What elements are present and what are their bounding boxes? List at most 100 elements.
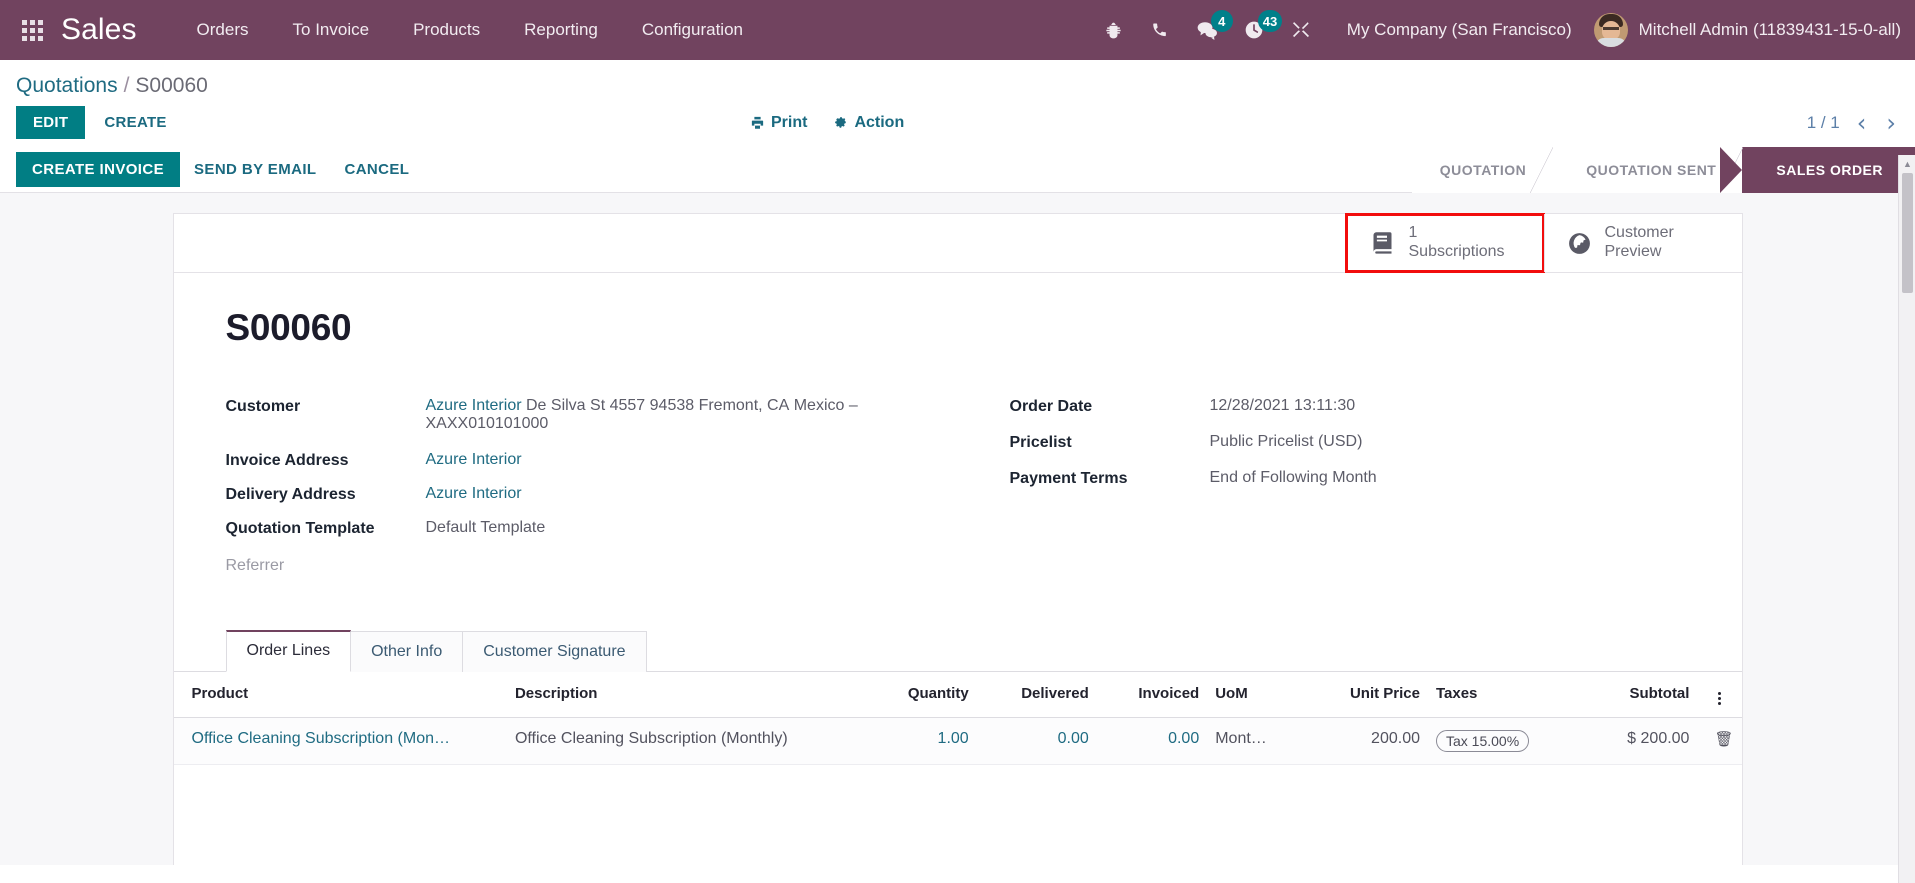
page-scrollbar[interactable]: ▲ — [1898, 155, 1915, 883]
field-quotation-template-label: Quotation Template — [225, 520, 375, 537]
tools-wrench-icon[interactable] — [1278, 0, 1325, 60]
cell-unit-price[interactable]: 200.00 — [1304, 717, 1428, 765]
order-lines-body: Office Cleaning Subscription (Mon… Offic… — [173, 717, 1742, 765]
center-actions: Print Action — [750, 114, 904, 132]
menu-item-reporting[interactable]: Reporting — [502, 20, 620, 40]
breadcrumb: Quotations / S00060 — [0, 60, 1915, 98]
breadcrumb-current-record: S00060 — [135, 74, 208, 97]
col-quantity[interactable]: Quantity — [866, 672, 977, 718]
field-pricelist-value[interactable]: Public Pricelist (USD) — [1210, 433, 1363, 451]
create-button[interactable]: CREATE — [90, 106, 180, 139]
apps-grid-icon[interactable] — [22, 19, 43, 41]
stage-quotation[interactable]: QUOTATION — [1411, 146, 1554, 193]
stat-customer-preview-text: Customer Preview — [1605, 224, 1674, 262]
main-menu: Orders To Invoice Products Reporting Con… — [175, 20, 765, 40]
vertical-dots-icon[interactable] — [1717, 692, 1721, 705]
field-pricelist: Pricelist Public Pricelist (USD) — [1010, 433, 1690, 452]
phone-icon[interactable] — [1137, 0, 1184, 60]
col-description[interactable]: Description — [506, 672, 867, 718]
messages-icon[interactable]: 4 — [1184, 0, 1233, 60]
field-payment-terms-label: Payment Terms — [1009, 470, 1128, 487]
activities-clock-icon[interactable]: 43 — [1231, 0, 1283, 60]
printer-icon — [751, 116, 764, 129]
col-subtotal[interactable]: Subtotal — [1584, 672, 1698, 718]
caret-up-icon[interactable]: ▲ — [1899, 155, 1915, 172]
bug-icon[interactable] — [1090, 0, 1137, 60]
app-brand-sales[interactable]: Sales — [61, 15, 137, 45]
col-taxes[interactable]: Taxes — [1427, 672, 1585, 718]
user-menu[interactable]: Mitchell Admin (11839431-15-0-all) — [1588, 13, 1901, 47]
field-referrer: Referrer — [226, 556, 958, 575]
field-customer-label: Customer — [225, 398, 301, 415]
menu-item-orders[interactable]: Orders — [175, 20, 271, 40]
col-delivered[interactable]: Delivered — [976, 672, 1097, 718]
stage-quotation-sent[interactable]: QUOTATION SENT — [1552, 146, 1744, 193]
status-pipeline: QUOTATION QUOTATION SENT SALES ORDER — [1411, 146, 1915, 193]
tab-customer-signature[interactable]: Customer Signature — [462, 631, 647, 672]
gear-icon — [835, 117, 847, 128]
cell-taxes[interactable]: Tax 15.00% — [1427, 717, 1585, 765]
menu-item-products[interactable]: Products — [391, 20, 502, 40]
cell-delete[interactable]: 🗑 — [1697, 717, 1742, 765]
stat-subscriptions-text: 1 Subscriptions — [1409, 224, 1505, 262]
cell-product[interactable]: Office Cleaning Subscription (Mon… — [173, 717, 507, 765]
field-delivery-address-value[interactable]: Azure Interior — [426, 485, 522, 503]
book-icon — [1373, 231, 1391, 254]
chevron-left-icon[interactable]: ‹ — [1854, 111, 1870, 135]
breadcrumb-separator: / — [123, 74, 130, 97]
edit-button[interactable]: EDIT — [16, 106, 86, 139]
page-title: S00060 — [225, 307, 352, 348]
field-delivery-address: Delivery Address Azure Interior — [226, 485, 958, 504]
print-menu[interactable]: Print — [750, 114, 807, 132]
col-unit-price[interactable]: Unit Price — [1304, 672, 1428, 718]
col-uom[interactable]: UoM — [1207, 672, 1305, 718]
table-header-row: Product Description Quantity Delivered I… — [173, 672, 1742, 718]
col-product[interactable]: Product — [173, 672, 507, 718]
field-pricelist-label: Pricelist — [1009, 434, 1072, 451]
field-order-date-value[interactable]: 12/28/2021 13:11:30 — [1210, 397, 1356, 415]
send-by-email-button[interactable]: SEND BY EMAIL — [180, 152, 330, 187]
field-customer: Customer Azure Interior De Silva St 4557… — [226, 397, 958, 433]
order-lines-header: Product Description Quantity Delivered I… — [173, 672, 1742, 718]
notebook-tabs: Order Lines Other Info Customer Signatur… — [173, 629, 1742, 672]
cell-uom[interactable]: Mont… — [1207, 717, 1305, 765]
cell-invoiced[interactable]: 0.00 — [1096, 717, 1208, 765]
fields-right-column: Order Date 12/28/2021 13:11:30 Pricelist… — [958, 397, 1690, 585]
stat-customer-preview-line2: Preview — [1604, 243, 1662, 260]
cell-quantity[interactable]: 1.00 — [866, 717, 977, 765]
cancel-button[interactable]: CANCEL — [330, 152, 423, 187]
order-lines-table: Product Description Quantity Delivered I… — [173, 672, 1742, 765]
chevron-right-icon[interactable]: › — [1883, 111, 1899, 135]
cell-description[interactable]: Office Cleaning Subscription (Monthly) — [506, 717, 867, 765]
col-invoiced[interactable]: Invoiced — [1096, 672, 1208, 718]
stage-sales-order[interactable]: SALES ORDER — [1720, 146, 1915, 193]
scrollbar-thumb[interactable] — [1901, 173, 1913, 293]
tab-other-info[interactable]: Other Info — [350, 631, 464, 672]
field-delivery-address-label: Delivery Address — [225, 486, 356, 503]
stat-button-subscriptions[interactable]: 1 Subscriptions — [1344, 213, 1545, 273]
fields-left-column: Customer Azure Interior De Silva St 4557… — [226, 397, 958, 585]
stat-button-customer-preview[interactable]: Customer Preview — [1543, 214, 1742, 272]
cell-delivered[interactable]: 0.00 — [976, 717, 1097, 765]
action-label: Action — [854, 113, 905, 131]
stat-button-box: 1 Subscriptions Customer Preview — [173, 213, 1742, 273]
create-invoice-button[interactable]: CREATE INVOICE — [16, 152, 181, 187]
field-customer-value-group: Azure Interior De Silva St 4557 94538 Fr… — [426, 397, 958, 433]
field-quotation-template-value[interactable]: Default Template — [426, 519, 546, 537]
field-customer-value[interactable]: Azure Interior — [426, 397, 522, 414]
breadcrumb-parent-quotations[interactable]: Quotations — [16, 74, 118, 98]
trash-icon[interactable]: 🗑 — [1714, 731, 1733, 748]
field-payment-terms-value[interactable]: End of Following Month — [1210, 469, 1377, 487]
control-panel: EDIT CREATE Print Action 1 / 1 ‹ › — [0, 98, 1915, 147]
menu-item-to-invoice[interactable]: To Invoice — [271, 20, 392, 40]
customer-address-line-2: 94538 Fremont, CA — [649, 397, 790, 414]
table-row[interactable]: Office Cleaning Subscription (Mon… Offic… — [173, 717, 1742, 765]
tab-order-lines[interactable]: Order Lines — [225, 630, 352, 672]
cell-subtotal: $ 200.00 — [1584, 717, 1698, 765]
customer-address-line-1: De Silva St 4557 — [526, 397, 646, 414]
menu-item-configuration[interactable]: Configuration — [620, 20, 765, 40]
company-selector[interactable]: My Company (San Francisco) — [1347, 20, 1572, 40]
action-menu[interactable]: Action — [833, 114, 904, 132]
column-options-toggle[interactable] — [1697, 672, 1742, 718]
field-invoice-address-value[interactable]: Azure Interior — [426, 451, 522, 469]
